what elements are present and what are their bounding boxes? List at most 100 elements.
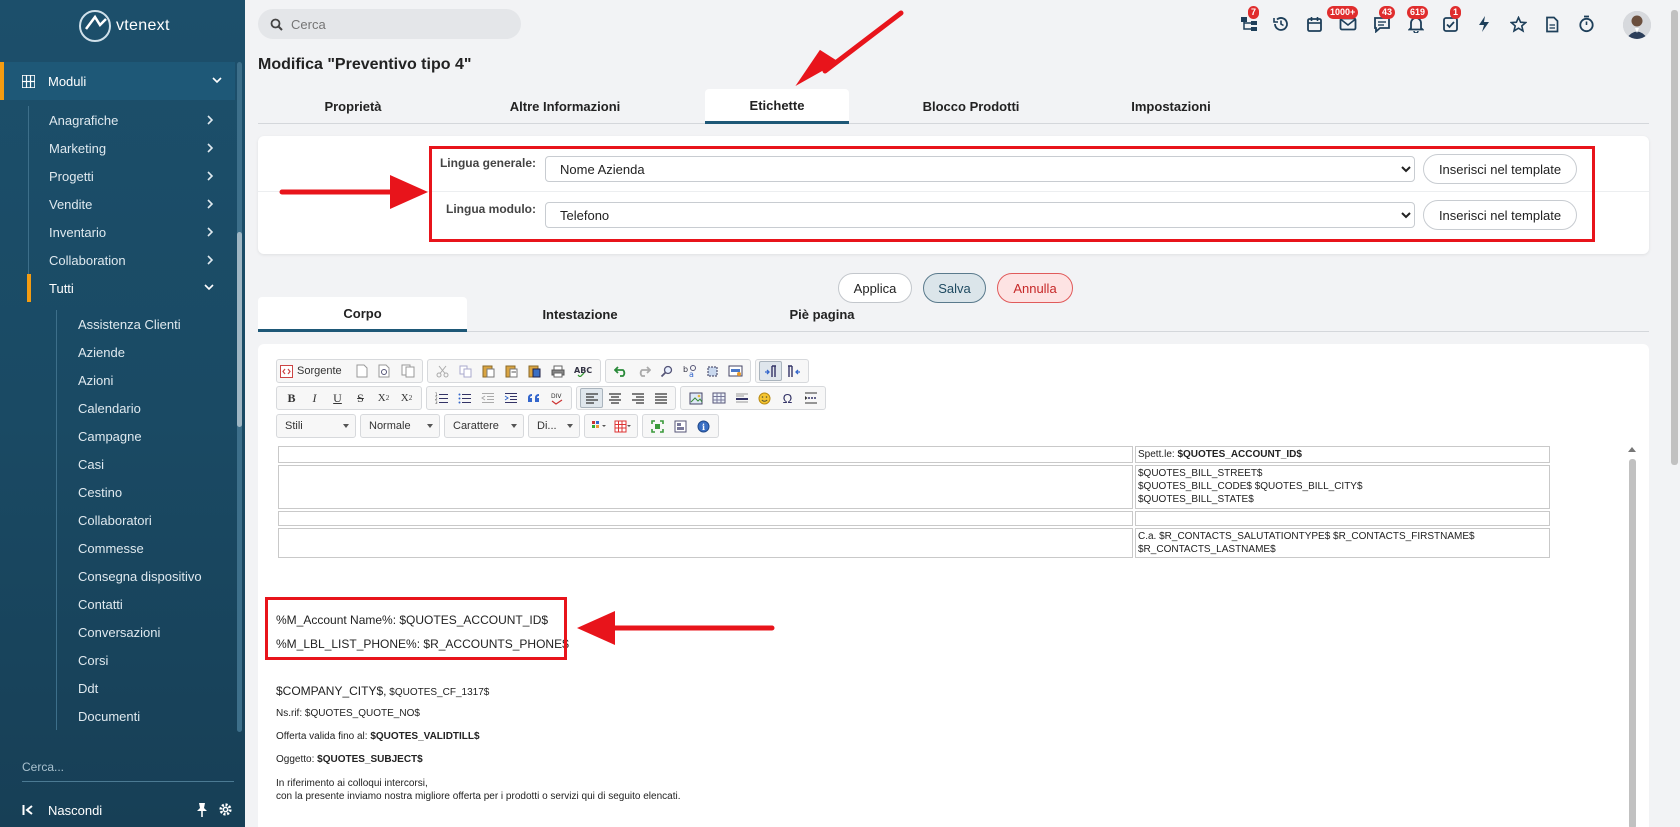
page-break-button[interactable] bbox=[799, 388, 822, 408]
table-cell[interactable] bbox=[278, 511, 1133, 526]
scrollbar-thumb[interactable] bbox=[1629, 459, 1636, 827]
paste-word-button[interactable] bbox=[523, 361, 546, 381]
sidebar-subitem-commesse[interactable]: Commesse bbox=[57, 534, 236, 562]
preview-button[interactable] bbox=[373, 361, 396, 381]
print-button[interactable] bbox=[546, 361, 569, 381]
image-button[interactable] bbox=[684, 388, 707, 408]
table-button[interactable] bbox=[707, 388, 730, 408]
indent-button[interactable] bbox=[499, 388, 522, 408]
div-container-button[interactable]: DIV bbox=[545, 388, 568, 408]
sidebar-subitem-casi[interactable]: Casi bbox=[57, 450, 236, 478]
find-button[interactable] bbox=[655, 361, 678, 381]
tab-etichette[interactable]: Etichette bbox=[705, 89, 849, 124]
sidebar-subitem-aziende[interactable]: Aziende bbox=[57, 338, 236, 366]
quick-actions-button[interactable] bbox=[1473, 13, 1495, 35]
table-insert-button[interactable] bbox=[611, 416, 634, 436]
global-search[interactable] bbox=[258, 9, 521, 39]
rtl-button[interactable] bbox=[782, 361, 805, 381]
documents-button[interactable] bbox=[1541, 13, 1563, 35]
bold-button[interactable]: B bbox=[280, 388, 303, 408]
horizontal-rule-button[interactable] bbox=[730, 388, 753, 408]
blockquote-button[interactable] bbox=[522, 388, 545, 408]
editor-scrollbar[interactable] bbox=[1627, 447, 1637, 827]
search-input[interactable] bbox=[291, 16, 501, 32]
undo-button[interactable] bbox=[609, 361, 632, 381]
timer-button[interactable] bbox=[1575, 13, 1597, 35]
sidebar-item-anagrafiche[interactable]: Anagrafiche bbox=[29, 106, 236, 134]
numbered-list-button[interactable]: 123 bbox=[430, 388, 453, 408]
superscript-button[interactable]: X2 bbox=[395, 388, 418, 408]
calendar-button[interactable] bbox=[1303, 13, 1325, 35]
pin-icon[interactable] bbox=[195, 802, 209, 818]
underline-button[interactable]: U bbox=[326, 388, 349, 408]
sidebar-subitem-conversazioni[interactable]: Conversazioni bbox=[57, 618, 236, 646]
bullet-list-button[interactable] bbox=[453, 388, 476, 408]
text-color-button[interactable] bbox=[588, 416, 611, 436]
sidebar-item-vendite[interactable]: Vendite bbox=[29, 190, 236, 218]
sidebar-subitem-consegna-dispositivo[interactable]: Consegna dispositivo bbox=[57, 562, 236, 590]
todo-button[interactable]: 1 bbox=[1439, 6, 1462, 35]
redo-button[interactable] bbox=[632, 361, 655, 381]
templates-button[interactable] bbox=[396, 361, 419, 381]
sidebar-subitem-ddt[interactable]: Ddt bbox=[57, 674, 236, 702]
source-button[interactable]: Sorgente bbox=[280, 361, 350, 381]
sidebar-item-progetti[interactable]: Progetti bbox=[29, 162, 236, 190]
scrollbar-thumb[interactable] bbox=[237, 232, 242, 427]
scroll-up-icon[interactable] bbox=[1627, 445, 1637, 453]
sidebar-item-collaboration[interactable]: Collaboration bbox=[29, 246, 236, 274]
format-combo[interactable]: Normale bbox=[360, 414, 440, 438]
table-cell[interactable] bbox=[278, 446, 1133, 463]
tab-pie-pagina[interactable]: Piè pagina bbox=[722, 297, 922, 332]
tab-proprieta[interactable]: Proprietà bbox=[278, 89, 428, 124]
save-doc-button[interactable] bbox=[350, 361, 373, 381]
select-all-button[interactable] bbox=[701, 361, 724, 381]
sidebar-subitem-azioni[interactable]: Azioni bbox=[57, 366, 236, 394]
sidebar-subitem-corsi[interactable]: Corsi bbox=[57, 646, 236, 674]
copy-button[interactable] bbox=[454, 361, 477, 381]
styles-combo[interactable]: Stili bbox=[276, 414, 356, 438]
paste-button[interactable] bbox=[477, 361, 500, 381]
history-button[interactable] bbox=[1270, 13, 1292, 35]
table-cell[interactable]: Spett.le: $QUOTES_ACCOUNT_ID$ bbox=[1135, 446, 1550, 463]
align-left-button[interactable] bbox=[580, 388, 603, 408]
maximize-button[interactable] bbox=[646, 416, 669, 436]
mail-button[interactable]: 1000+ bbox=[1327, 6, 1359, 35]
about-button[interactable]: i bbox=[692, 416, 715, 436]
special-char-button[interactable]: Ω bbox=[776, 388, 799, 408]
subscript-button[interactable]: X2 bbox=[372, 388, 395, 408]
strikethrough-button[interactable]: S bbox=[349, 388, 372, 408]
sidebar-item-tutti[interactable]: Tutti bbox=[27, 274, 236, 302]
cut-button[interactable] bbox=[431, 361, 454, 381]
scrollbar-thumb[interactable] bbox=[1671, 10, 1678, 465]
align-justify-button[interactable] bbox=[649, 388, 672, 408]
chat-button[interactable]: 43 bbox=[1371, 6, 1396, 35]
sidebar-subitem-documenti[interactable]: Documenti bbox=[57, 702, 236, 730]
align-center-button[interactable] bbox=[603, 388, 626, 408]
table-cell[interactable] bbox=[278, 465, 1133, 509]
tab-impostazioni[interactable]: Impostazioni bbox=[1071, 89, 1271, 124]
tab-altre-informazioni[interactable]: Altre Informazioni bbox=[465, 89, 665, 124]
smiley-button[interactable] bbox=[753, 388, 776, 408]
table-cell[interactable] bbox=[278, 528, 1133, 558]
sidebar-subitem-calendario[interactable]: Calendario bbox=[57, 394, 236, 422]
sidebar-subitem-campagne[interactable]: Campagne bbox=[57, 422, 236, 450]
tab-intestazione[interactable]: Intestazione bbox=[480, 297, 680, 332]
sidebar-subitem-assistenza-clienti[interactable]: Assistenza Clienti bbox=[57, 310, 236, 338]
replace-button[interactable]: ba bbox=[678, 361, 701, 381]
font-size-combo[interactable]: Di... bbox=[528, 414, 580, 438]
align-right-button[interactable] bbox=[626, 388, 649, 408]
processes-button[interactable]: 7 bbox=[1238, 6, 1260, 35]
user-avatar[interactable] bbox=[1623, 11, 1651, 39]
sidebar-item-inventario[interactable]: Inventario bbox=[29, 218, 236, 246]
page-scrollbar[interactable] bbox=[1669, 0, 1680, 827]
outdent-button[interactable] bbox=[476, 388, 499, 408]
italic-button[interactable]: I bbox=[303, 388, 326, 408]
table-cell[interactable]: $QUOTES_BILL_STREET$ $QUOTES_BILL_CODE$ … bbox=[1135, 465, 1550, 509]
sidebar-subitem-cestino[interactable]: Cestino bbox=[57, 478, 236, 506]
spellcheck-button[interactable]: ABC bbox=[569, 361, 597, 381]
notifications-button[interactable]: 619 bbox=[1405, 6, 1429, 35]
tab-blocco-prodotti[interactable]: Blocco Prodotti bbox=[871, 89, 1071, 124]
app-logo[interactable]: vtenext bbox=[78, 6, 170, 46]
favorites-button[interactable] bbox=[1507, 13, 1529, 35]
sidebar-item-marketing[interactable]: Marketing bbox=[29, 134, 236, 162]
